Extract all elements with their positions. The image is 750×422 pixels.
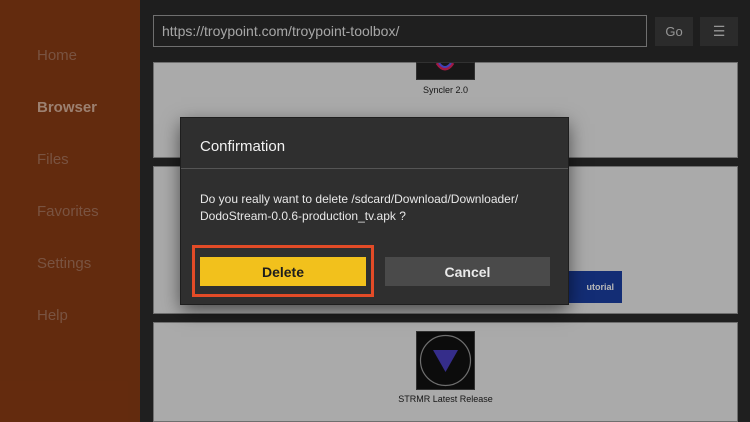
sidebar-item-favorites[interactable]: Favorites [37,203,99,220]
dialog-title: Confirmation [200,138,286,155]
sidebar-item-files[interactable]: Files [37,151,69,168]
url-input[interactable] [153,15,647,47]
go-button[interactable]: Go [655,17,693,46]
app-name[interactable]: STRMR Latest Release [153,394,738,404]
syncler-app-icon[interactable] [416,62,475,80]
sidebar-item-settings[interactable]: Settings [37,255,91,272]
sidebar-item-help[interactable]: Help [37,307,68,324]
strmr-logo-icon [417,332,474,389]
tutorial-button[interactable]: utorial [560,271,622,303]
app-name[interactable]: Syncler 2.0 [153,85,738,95]
cancel-button[interactable]: Cancel [385,257,550,286]
strmr-app-icon[interactable] [416,331,475,390]
sidebar: Home Browser Files Favorites Settings He… [0,0,140,422]
sidebar-item-browser[interactable]: Browser [37,99,97,116]
dialog-divider [181,168,568,169]
sidebar-item-home[interactable]: Home [37,47,77,64]
dialog-message-line: DodoStream-0.0.6-production_tv.apk ? [200,209,406,223]
hamburger-menu-icon: ☰ [712,23,726,40]
dialog-message-line: Do you really want to delete /sdcard/Dow… [200,192,519,206]
menu-button[interactable]: ☰ [700,17,738,46]
delete-button[interactable]: Delete [200,257,366,286]
syncler-logo-icon [435,62,455,71]
dialog-message: Do you really want to delete /sdcard/Dow… [200,191,555,225]
